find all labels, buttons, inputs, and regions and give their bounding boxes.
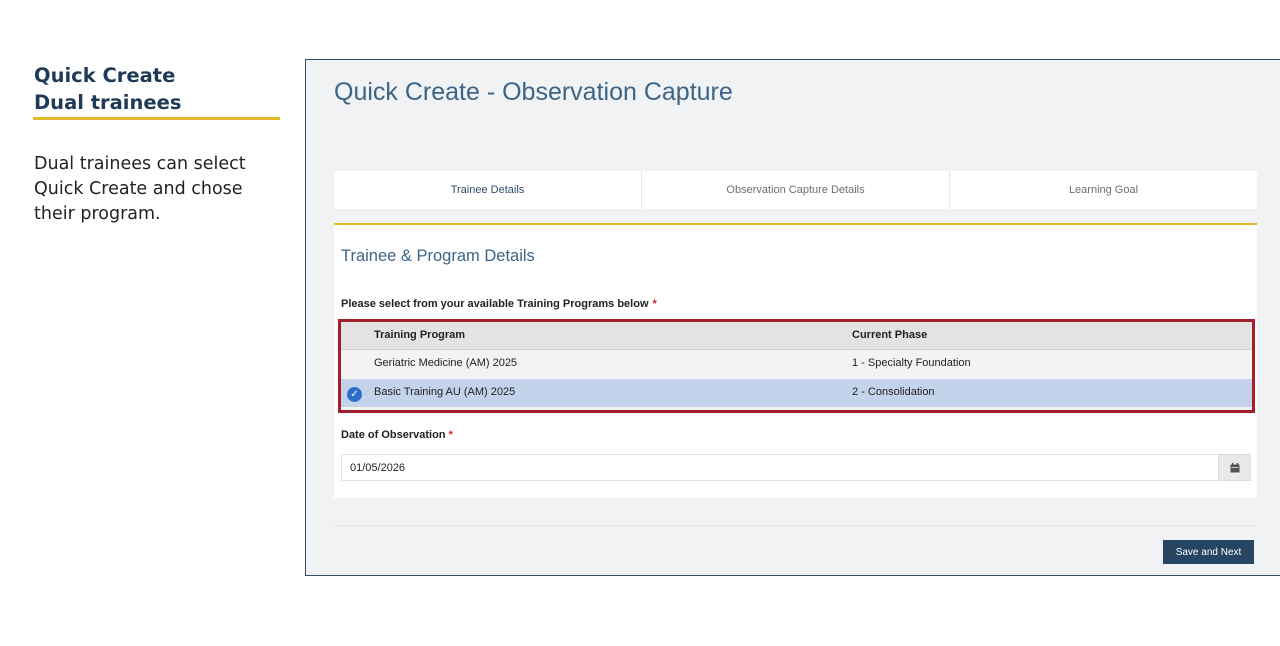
column-header-current-phase: Current Phase bbox=[852, 329, 928, 341]
calendar-icon bbox=[1230, 462, 1239, 472]
date-label-text: Date of Observation bbox=[341, 429, 446, 441]
training-program-cell: Geriatric Medicine (AM) 2025 bbox=[374, 357, 518, 369]
slide-title: Quick Create Dual trainees bbox=[34, 62, 280, 116]
check-circle-icon: ✓ bbox=[347, 387, 362, 402]
slide-title-line2: Dual trainees bbox=[34, 91, 182, 114]
training-program-table: Training Program Current Phase Geriatric… bbox=[338, 319, 1255, 413]
required-asterisk: * bbox=[448, 429, 453, 441]
required-asterisk: * bbox=[652, 298, 657, 310]
page-title: Quick Create - Observation Capture bbox=[334, 78, 733, 106]
table-row-selected[interactable]: ✓ Basic Training AU (AM) 2025 2 - Consol… bbox=[341, 379, 1252, 407]
trainee-program-card: Trainee & Program Details Please select … bbox=[334, 225, 1257, 498]
tab-observation-capture-details[interactable]: Observation Capture Details bbox=[642, 171, 950, 209]
table-row[interactable]: Geriatric Medicine (AM) 2025 1 - Special… bbox=[341, 350, 1252, 378]
current-phase-cell: 1 - Specialty Foundation bbox=[852, 357, 971, 369]
program-select-label: Please select from your available Traini… bbox=[341, 298, 657, 310]
wizard-tabs: Trainee Details Observation Capture Deta… bbox=[334, 171, 1257, 209]
app-screenshot: Quick Create - Observation Capture Train… bbox=[305, 59, 1280, 576]
slide-title-underline bbox=[33, 117, 280, 120]
footer-divider bbox=[334, 525, 1257, 526]
save-and-next-button[interactable]: Save and Next bbox=[1163, 540, 1254, 564]
program-select-label-text: Please select from your available Traini… bbox=[341, 298, 649, 310]
training-program-cell: Basic Training AU (AM) 2025 bbox=[374, 386, 516, 398]
slide-title-line1: Quick Create bbox=[34, 64, 176, 87]
tab-learning-goal[interactable]: Learning Goal bbox=[950, 171, 1257, 209]
date-picker-button[interactable] bbox=[1218, 454, 1251, 481]
slide-description: Dual trainees can select Quick Create an… bbox=[34, 154, 246, 224]
section-title: Trainee & Program Details bbox=[341, 247, 535, 265]
date-of-observation-input[interactable] bbox=[341, 454, 1219, 481]
current-phase-cell: 2 - Consolidation bbox=[852, 386, 935, 398]
tab-trainee-details[interactable]: Trainee Details bbox=[334, 171, 642, 209]
date-of-observation-label: Date of Observation * bbox=[341, 429, 453, 441]
table-header-row: Training Program Current Phase bbox=[341, 322, 1252, 350]
column-header-training-program: Training Program bbox=[374, 329, 466, 341]
